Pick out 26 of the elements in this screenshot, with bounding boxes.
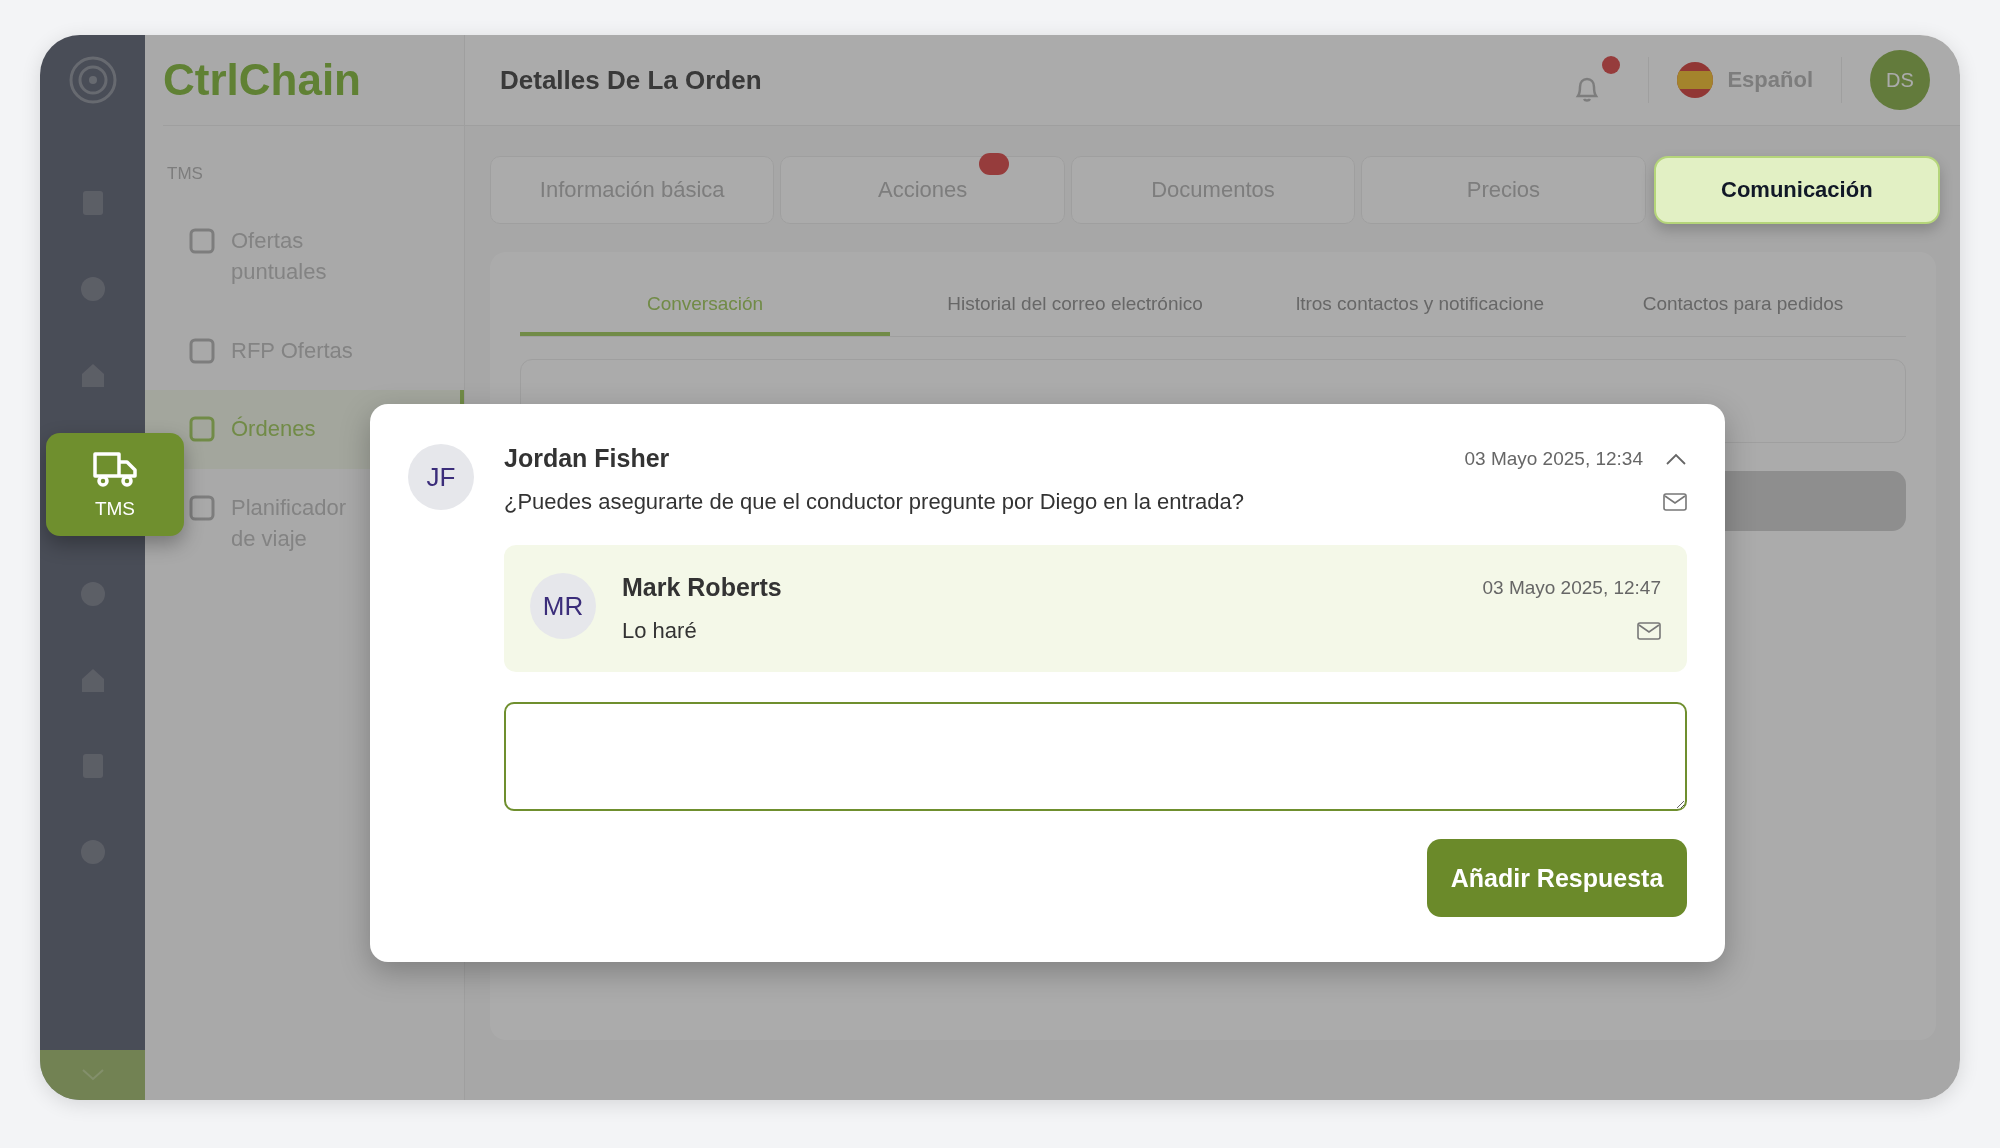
- chevron-down-icon: [80, 1068, 105, 1082]
- add-reply-button[interactable]: Añadir Respuesta: [1427, 839, 1687, 917]
- author-name: Jordan Fisher: [504, 444, 671, 473]
- subtab[interactable]: Contactos para pedidos: [1580, 276, 1906, 336]
- user-avatar: JF: [408, 444, 474, 510]
- target-logo-icon: [67, 55, 118, 105]
- mail-icon[interactable]: [1663, 493, 1687, 511]
- flag-icon: [1677, 62, 1714, 98]
- author-name: Mark Roberts: [622, 573, 783, 602]
- mail-icon[interactable]: [1637, 622, 1661, 640]
- collapse-icon[interactable]: [1665, 451, 1687, 466]
- subtab[interactable]: Conversación: [520, 276, 890, 336]
- subtab[interactable]: Historial del correo electrónico: [890, 276, 1260, 336]
- tab[interactable]: Comunicación: [1653, 156, 1940, 224]
- timestamp: 03 Mayo 2025, 12:34: [1464, 447, 1643, 470]
- reply-field[interactable]: [504, 702, 1687, 811]
- subtab[interactable]: ltros contactos y notificacione: [1260, 276, 1580, 336]
- rail-item[interactable]: TMS: [46, 433, 184, 536]
- user-avatar: MR: [530, 573, 596, 639]
- user-avatar[interactable]: DS: [1870, 50, 1930, 110]
- page-title: Detalles De La Orden: [500, 64, 762, 96]
- timestamp: 03 Mayo 2025, 12:47: [1482, 576, 1661, 599]
- truck-icon: [91, 449, 139, 490]
- message-text: ¿Puedes asegurarte de que el conductor pregunte por Diego en la entrada?: [504, 489, 1244, 515]
- collapse-bar[interactable]: [40, 1050, 145, 1100]
- message-text: Lo haré: [622, 618, 697, 644]
